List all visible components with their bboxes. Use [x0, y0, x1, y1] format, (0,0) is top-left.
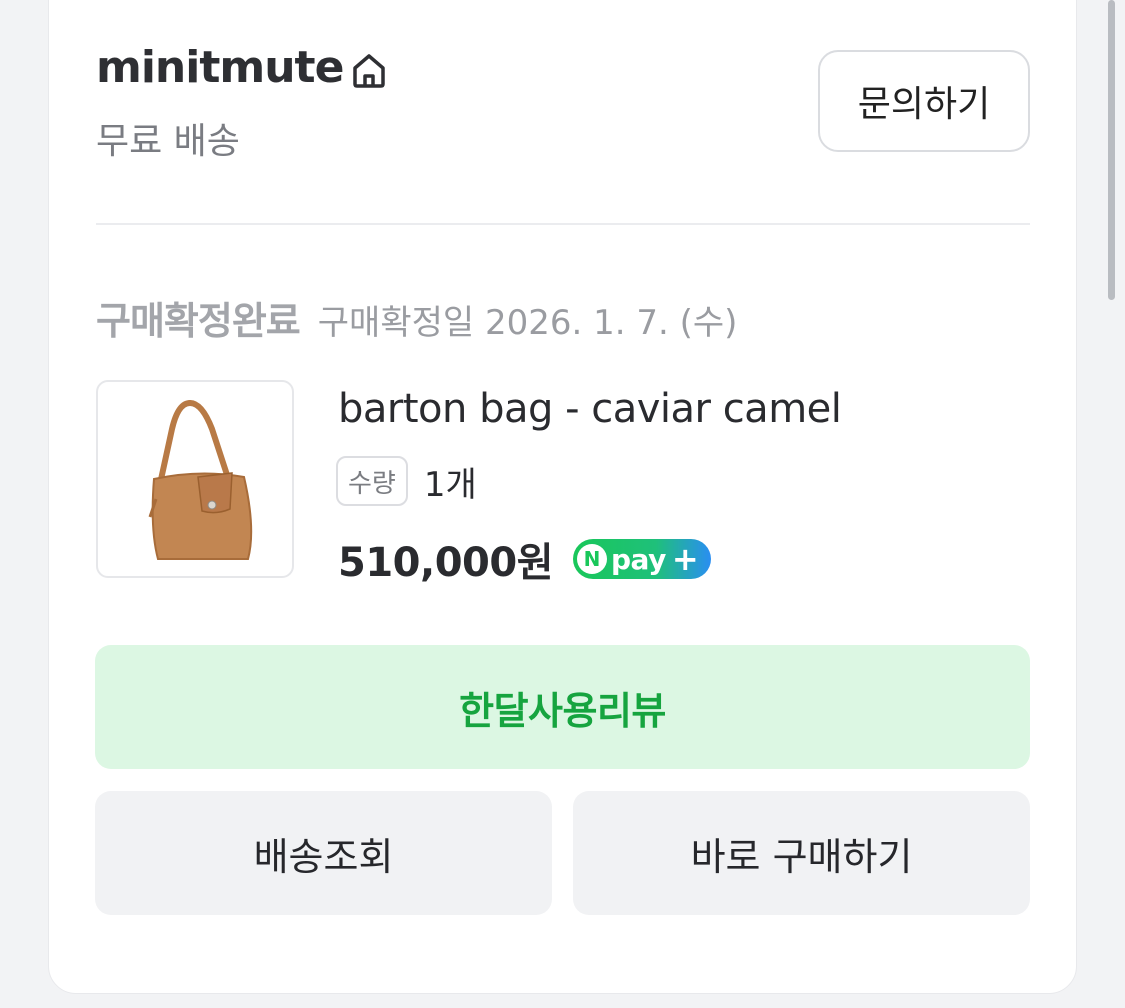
plus-icon: +: [671, 540, 699, 578]
price: 510,000원: [338, 540, 554, 586]
confirm-date: 구매확정일 2026. 1. 7. (수): [317, 303, 738, 343]
shipping-label: 무료 배송: [96, 121, 240, 162]
scrollbar[interactable]: [1108, 0, 1115, 300]
bag-image: [148, 400, 253, 560]
product-thumbnail[interactable]: [96, 380, 294, 578]
shop-name[interactable]: minitmute: [96, 42, 344, 93]
price-row: 510,000원 N pay +: [338, 530, 711, 588]
quantity-row: 수량 1개: [336, 456, 477, 506]
npay-n-icon: N: [577, 544, 607, 574]
divider: [96, 223, 1030, 225]
review-button[interactable]: 한달사용리뷰: [95, 645, 1030, 769]
track-delivery-button[interactable]: 배송조회: [95, 791, 552, 915]
npay-label: pay: [611, 542, 666, 576]
quantity-badge: 수량: [336, 456, 408, 506]
inquiry-button[interactable]: 문의하기: [818, 50, 1030, 152]
home-icon[interactable]: [349, 50, 389, 90]
order-status: 구매확정완료: [96, 299, 301, 343]
quantity-value: 1개: [423, 464, 477, 505]
order-status-row: 구매확정완료 구매확정일 2026. 1. 7. (수): [96, 290, 737, 345]
npay-plus-badge: N pay +: [573, 539, 711, 579]
buy-again-button[interactable]: 바로 구매하기: [573, 791, 1030, 915]
shop-header[interactable]: minitmute: [96, 40, 389, 94]
product-name[interactable]: barton bag - caviar camel: [338, 386, 842, 432]
